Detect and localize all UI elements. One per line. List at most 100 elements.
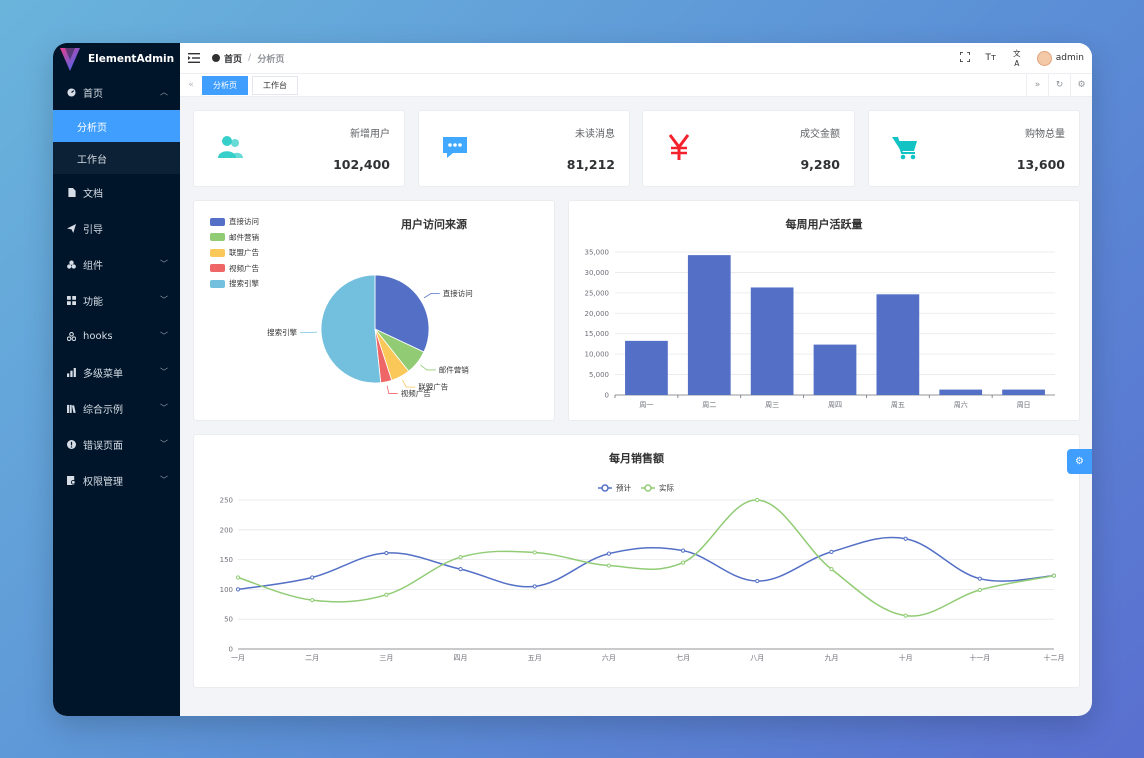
y-tick-label: 30,000 [585, 269, 610, 277]
bar [939, 389, 983, 395]
legend-label: 实际 [659, 483, 674, 493]
stat-card-transaction-amount: 成交金额 9,280 [642, 110, 855, 187]
header-actions: Tт 文A admin [958, 48, 1092, 68]
bar-chart: 0 5,000 10,000 15,000 20,000 25,000 30,000 35,0… [585, 249, 1055, 409]
line-chart-card: 每月销售额 0 50 100 150 200 250 一月 二月 三月 四月 五月 六月 七月 八月 九月十… [193, 434, 1080, 688]
y-tick-label: 25,000 [585, 289, 610, 297]
yen-icon [665, 133, 693, 161]
tabs-actions: » ↻ ⚙ [1026, 74, 1092, 96]
x-tick-label: 周三 [765, 401, 779, 409]
dashboard-icon [67, 87, 76, 97]
fullscreen-icon[interactable] [958, 50, 971, 65]
sidebar-item-features[interactable]: 功能 ﹀ [53, 282, 180, 318]
x-tick-label: 周六 [954, 400, 968, 409]
menu-fold-icon[interactable] [188, 53, 200, 63]
send-icon [67, 223, 76, 233]
data-point [903, 613, 908, 618]
sidebar-item-label: 首页 [83, 88, 103, 100]
legend-item[interactable]: 实际 [641, 483, 674, 493]
pie-slice [320, 274, 382, 384]
sidebar-item-label: 组件 [83, 260, 103, 272]
bar [813, 344, 857, 395]
gear-icon[interactable]: ⚙ [1070, 74, 1092, 96]
x-tick-label: 三月 [379, 654, 393, 662]
tabs-scroll-right-icon[interactable]: » [1026, 74, 1048, 96]
breadcrumb-separator: / [248, 53, 252, 63]
dashboard-icon [212, 54, 220, 62]
sidebar-item-hooks[interactable]: hooks ﹀ [53, 318, 180, 354]
sidebar-subitem-workbench[interactable]: 工作台 [53, 142, 180, 174]
chevron-down-icon: ﹀ [160, 331, 168, 341]
data-point [532, 584, 537, 589]
sidebar-item-permissions[interactable]: 权限管理 ﹀ [53, 462, 180, 498]
settings-float-button[interactable]: ⚙ [1067, 449, 1092, 474]
bar [687, 255, 731, 395]
y-tick-label: 100 [220, 586, 233, 594]
chevron-down-icon: ﹀ [160, 475, 168, 485]
gear-icon: ⚙ [1075, 456, 1084, 467]
x-tick-label: 五月 [528, 654, 542, 662]
x-tick-label: 八月 [750, 654, 764, 662]
data-point [755, 578, 760, 584]
series-line [237, 536, 1055, 591]
stat-card-new-users: 新增用户 102,400 [193, 110, 405, 187]
y-tick-label: 0 [229, 646, 233, 654]
app-logo[interactable]: ElementAdmin [53, 43, 180, 74]
legend-label: 预计 [616, 483, 631, 493]
font-size-icon[interactable]: Tт [985, 53, 997, 63]
data-point [977, 576, 982, 581]
data-point [680, 560, 686, 565]
sidebar-item-errors[interactable]: 错误页面 ﹀ [53, 426, 180, 462]
x-tick-label: 周五 [891, 401, 905, 409]
chevron-up-icon: ︿ [160, 87, 168, 97]
stat-card-unread-messages: 未读消息 81,212 [418, 110, 630, 187]
sidebar-item-components[interactable]: 组件 ﹀ [53, 246, 180, 282]
data-point [384, 550, 389, 556]
sidebar-subitem-analysis[interactable]: 分析页 [53, 110, 180, 142]
sidebar-item-label: 综合示例 [83, 404, 123, 416]
data-point [310, 598, 315, 603]
refresh-icon[interactable]: ↻ [1048, 74, 1070, 96]
sidebar-item-docs[interactable]: 文档 [53, 174, 180, 210]
x-tick-label: 周一 [639, 401, 653, 409]
pie-label: 搜索引擎 [267, 327, 297, 337]
tab-workbench[interactable]: 工作台 [252, 75, 298, 95]
y-tick-label: 20,000 [585, 310, 610, 318]
data-point [458, 555, 463, 560]
pie-label: 视频广告 [401, 388, 431, 398]
stat-label: 购物总量 [1025, 129, 1065, 140]
stat-value: 13,600 [1016, 157, 1065, 172]
language-icon[interactable]: 文A [1011, 48, 1023, 68]
data-point [680, 548, 686, 553]
submenu-dashboard: 分析页 工作台 [53, 110, 180, 174]
lock-user-icon [67, 475, 76, 485]
cart-icon [891, 133, 919, 161]
x-tick-label: 周日 [1017, 401, 1031, 409]
breadcrumb-home[interactable]: 首页 [224, 52, 242, 65]
hooks-icon [67, 331, 76, 341]
sidebar-item-guide[interactable]: 引导 [53, 210, 180, 246]
sidebar-item-label: 多级菜单 [83, 368, 123, 380]
legend-marker [601, 484, 609, 492]
data-point [384, 592, 389, 597]
stat-label: 未读消息 [575, 129, 615, 140]
sidebar-item-multilevel[interactable]: 多级菜单 ﹀ [53, 354, 180, 390]
data-point [606, 551, 612, 556]
top-header: 首页 / 分析页 Tт 文A admin [180, 43, 1092, 74]
sidebar-item-examples[interactable]: 综合示例 ﹀ [53, 390, 180, 426]
sidebar-item-dashboard[interactable]: 首页 ︿ [53, 74, 180, 110]
tabs-scroll-left-icon[interactable]: « [180, 80, 202, 90]
data-point [755, 497, 760, 503]
x-tick-label: 十二月 [1044, 653, 1065, 662]
bar [625, 340, 668, 395]
legend-item[interactable]: 预计 [598, 483, 631, 493]
pie-label-line [402, 379, 416, 388]
breadcrumb-current: 分析页 [257, 54, 285, 65]
data-point [235, 587, 241, 592]
pie-chart: 直接访问邮件营销联盟广告视频广告搜索引擎 [267, 274, 473, 398]
user-menu[interactable]: admin [1036, 50, 1084, 66]
sidebar-item-label: 权限管理 [83, 476, 123, 488]
x-tick-label: 四月 [454, 654, 468, 662]
x-tick-label: 二月 [305, 654, 319, 662]
tab-analysis[interactable]: 分析页 [202, 75, 248, 95]
